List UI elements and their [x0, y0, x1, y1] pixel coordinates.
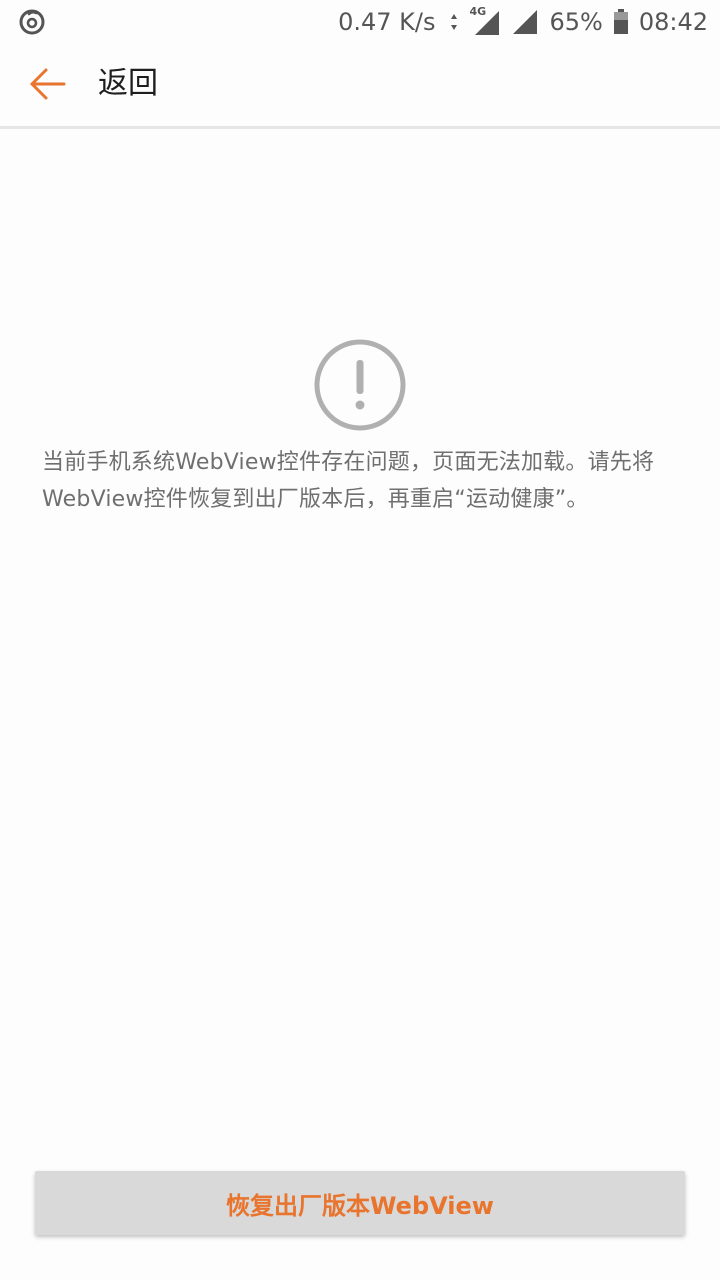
header-title[interactable]: 返回	[98, 64, 158, 104]
battery-icon	[613, 9, 629, 35]
status-indicators: 0.47 K/s 4G 65% 08:42	[338, 0, 708, 44]
clock: 08:42	[638, 8, 708, 36]
signal-4g-icon: 4G	[469, 5, 501, 37]
netease-cloud-music-icon	[18, 8, 46, 36]
exclamation-circle-icon	[313, 338, 407, 432]
signal-strength-icon	[511, 8, 539, 36]
status-bar: 0.47 K/s 4G 65% 08:42	[0, 0, 720, 44]
error-message: 当前手机系统WebView控件存在问题，页面无法加载。请先将WebView控件恢…	[42, 450, 655, 512]
app-header: 返回	[0, 44, 720, 129]
restore-webview-button[interactable]: 恢复出厂版本WebView	[35, 1171, 685, 1235]
network-speed: 0.47 K/s	[338, 8, 436, 36]
arrow-left-icon	[30, 68, 66, 100]
data-transfer-icon	[449, 11, 459, 33]
battery-percent: 65%	[549, 8, 603, 36]
back-button[interactable]	[24, 60, 72, 108]
